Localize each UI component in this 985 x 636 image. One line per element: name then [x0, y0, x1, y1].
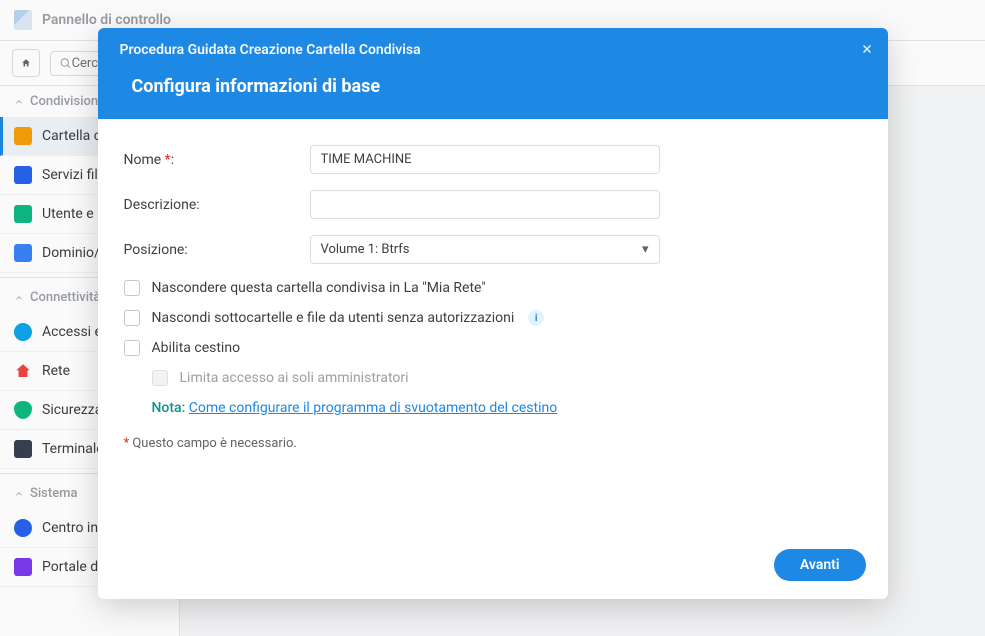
shared-folder-wizard: Procedura Guidata Creazione Cartella Con…	[98, 28, 888, 599]
row-location: Posizione: Volume 1: Btrfs ▾	[124, 235, 862, 264]
checkbox-label: Nascondere questa cartella condivisa in …	[152, 280, 486, 296]
checkbox-restrict-admins: Limita accesso ai soli amministratori	[152, 370, 862, 386]
label-description: Descrizione:	[124, 197, 310, 213]
checkbox-label: Abilita cestino	[152, 340, 241, 356]
note-label: Nota:	[152, 400, 186, 416]
label-location: Posizione:	[124, 242, 310, 258]
checkbox-icon	[152, 370, 168, 386]
modal-footer: Avanti	[98, 539, 888, 599]
description-input[interactable]	[310, 190, 660, 219]
required-hint: * Questo campo è necessario.	[124, 436, 862, 451]
label-name: Nome *:	[124, 152, 310, 168]
close-button[interactable]	[860, 40, 874, 61]
note: Nota: Come configurare il programma di s…	[152, 400, 862, 416]
note-link[interactable]: Come configurare il programma di svuotam…	[189, 400, 557, 416]
wizard-title: Procedura Guidata Creazione Cartella Con…	[120, 42, 866, 58]
modal-header: Procedura Guidata Creazione Cartella Con…	[98, 28, 888, 119]
checkbox-icon	[124, 280, 140, 296]
info-icon[interactable]: i	[528, 310, 544, 326]
next-button[interactable]: Avanti	[774, 549, 866, 581]
checkbox-icon	[124, 340, 140, 356]
modal-body: Nome *: Descrizione: Posizione: Volume 1…	[98, 119, 888, 539]
row-description: Descrizione:	[124, 190, 862, 219]
close-icon	[860, 42, 874, 56]
modal-heading: Configura informazioni di base	[120, 76, 866, 97]
checkbox-enable-bin[interactable]: Abilita cestino	[124, 340, 862, 356]
modal-backdrop: Procedura Guidata Creazione Cartella Con…	[0, 0, 985, 636]
checkbox-icon	[124, 310, 140, 326]
chevron-down-icon: ▾	[642, 242, 649, 257]
name-input[interactable]	[310, 145, 660, 174]
row-name: Nome *:	[124, 145, 862, 174]
location-select[interactable]: Volume 1: Btrfs ▾	[310, 235, 660, 264]
checkbox-label: Limita accesso ai soli amministratori	[180, 370, 409, 386]
select-value: Volume 1: Btrfs	[321, 242, 410, 257]
checkbox-hide-network[interactable]: Nascondere questa cartella condivisa in …	[124, 280, 862, 296]
checkbox-hide-subfolders[interactable]: Nascondi sottocartelle e file da utenti …	[124, 310, 862, 326]
checkbox-label: Nascondi sottocartelle e file da utenti …	[152, 310, 515, 326]
